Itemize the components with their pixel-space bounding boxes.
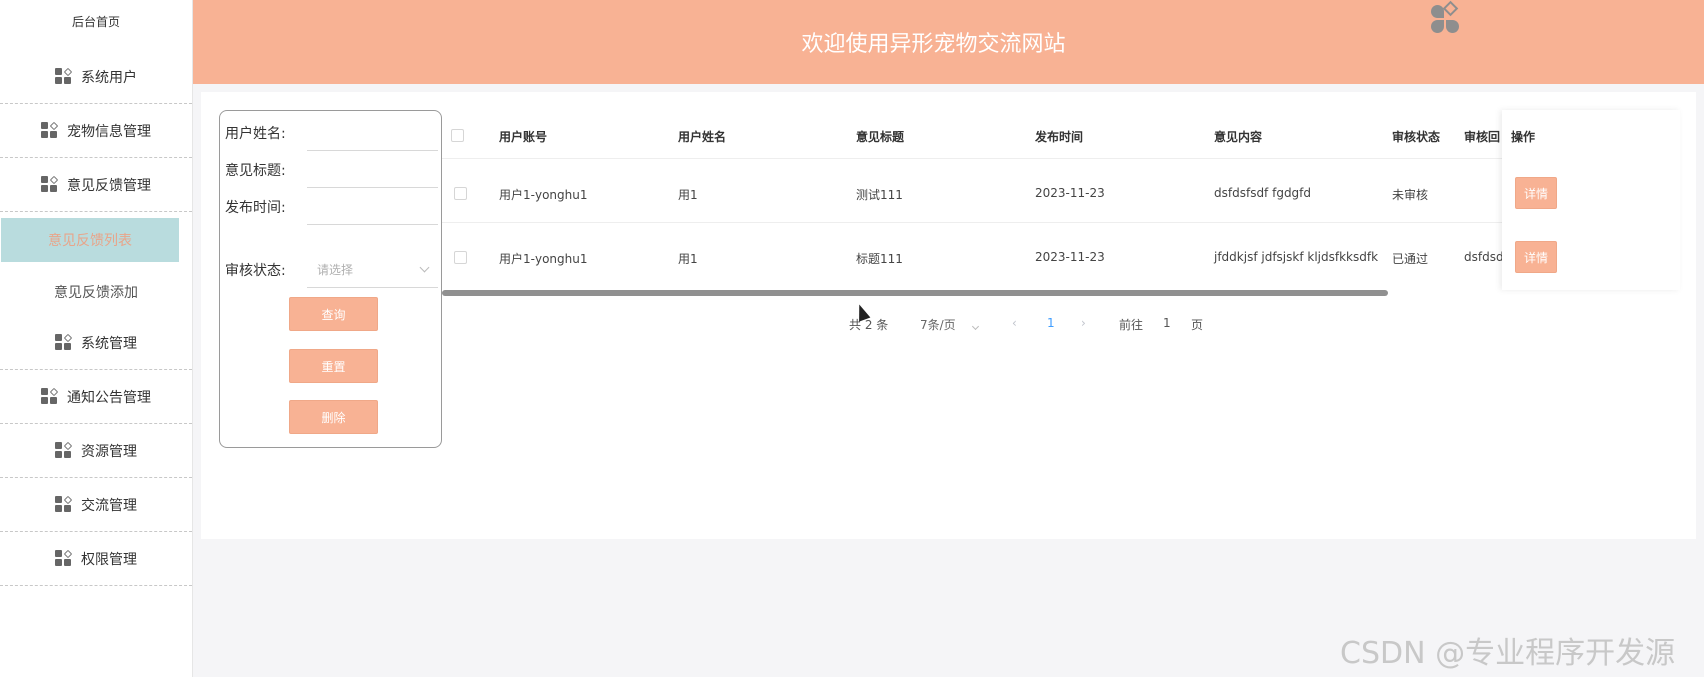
menu-icon: [55, 495, 73, 514]
goto-suffix: 页: [1191, 318, 1204, 332]
status-placeholder: 请选择: [317, 263, 354, 277]
column-header: 用户账号: [499, 130, 548, 144]
column-header: 用户姓名: [678, 130, 727, 144]
sidebar-item-label: 意见反馈管理: [67, 177, 151, 194]
sidebar-item-system-users[interactable]: 系统用户: [0, 50, 192, 104]
column-header: 意见内容: [1214, 130, 1263, 144]
sidebar-subitem-feedback-add[interactable]: 意见反馈添加: [0, 268, 192, 316]
username-input[interactable]: [307, 115, 438, 151]
sidebar-item-feedback[interactable]: 意见反馈管理: [0, 158, 192, 212]
publish-time-input[interactable]: [307, 189, 438, 225]
title-input[interactable]: [307, 152, 438, 188]
menu-icon: [41, 121, 59, 140]
goto-page-input[interactable]: 1: [1163, 316, 1171, 330]
sidebar-item-label: 系统管理: [81, 335, 137, 352]
cell-time: 2023-11-23: [1035, 250, 1105, 264]
menu-icon: [41, 175, 59, 194]
column-header: 意见标题: [856, 130, 905, 144]
pagination-total: 共 2 条: [849, 318, 889, 332]
cell-content: dsfdsfsdf fgdgfd: [1214, 186, 1312, 200]
delete-button[interactable]: 删除: [289, 400, 378, 434]
query-button[interactable]: 查询: [289, 297, 378, 331]
title-label: 意见标题:: [225, 163, 286, 179]
cell-account: 用户1-yonghu1: [499, 252, 588, 266]
sidebar-item-pet-info[interactable]: 宠物信息管理: [0, 104, 192, 158]
sidebar-item-permission[interactable]: 权限管理: [0, 532, 192, 586]
sidebar-item-notice[interactable]: 通知公告管理: [0, 370, 192, 424]
logo-icon: [1430, 0, 1460, 36]
csdn-watermark: CSDN @专业程序开发源: [1340, 636, 1676, 671]
sidebar-subitem-feedback-list[interactable]: 意见反馈列表: [1, 218, 179, 262]
column-header: 操作: [1511, 130, 1536, 144]
cell-title: 标题111: [856, 252, 903, 266]
feedback-table: 用户账号 用户姓名 意见标题 发布时间 意见内容 审核状态 审核回 用户1-yo…: [442, 110, 1680, 296]
menu-icon: [55, 549, 73, 568]
sidebar-item-exchange[interactable]: 交流管理: [0, 478, 192, 532]
detail-button[interactable]: 详情: [1515, 177, 1557, 209]
status-select[interactable]: 请选择: [307, 252, 438, 288]
next-page-icon[interactable]: ›: [1081, 316, 1086, 330]
sidebar-item-resource[interactable]: 资源管理: [0, 424, 192, 478]
subitem-label: 意见反馈列表: [48, 233, 132, 249]
cell-content: jfddkjsf jdfsjskf kljdsfkksdfk: [1214, 250, 1379, 264]
sidebar-item-label: 通知公告管理: [67, 389, 151, 406]
cell-status: 未审核: [1392, 188, 1429, 202]
chevron-down-icon: [419, 262, 430, 273]
sidebar-item-label: 系统用户: [81, 69, 137, 86]
cell-account: 用户1-yonghu1: [499, 188, 588, 202]
sidebar-item-label: 资源管理: [81, 443, 137, 460]
menu-icon: [55, 441, 73, 460]
top-header: 欢迎使用异形宠物交流网站: [193, 0, 1704, 84]
table-horizontal-scrollbar[interactable]: [442, 290, 1388, 296]
action-column: 操作 详情 详情: [1502, 110, 1680, 290]
sidebar-item-label: 权限管理: [81, 551, 137, 568]
search-form: 用户姓名: 意见标题: 发布时间: 审核状态: 请选择 查询 重置 删除: [219, 110, 442, 448]
reset-button[interactable]: 重置: [289, 349, 378, 383]
subitem-label: 意见反馈添加: [54, 285, 138, 301]
row-checkbox[interactable]: [454, 251, 467, 264]
cell-name: 用1: [678, 188, 698, 202]
cell-name: 用1: [678, 252, 698, 266]
column-header: 审核状态: [1392, 130, 1441, 144]
sidebar-item-label: 宠物信息管理: [67, 123, 151, 140]
current-page[interactable]: 1: [1047, 316, 1055, 330]
home-label: 后台首页: [71, 14, 120, 29]
column-header: 发布时间: [1035, 130, 1084, 144]
goto-prefix: 前往: [1119, 318, 1144, 332]
username-label: 用户姓名:: [225, 126, 286, 142]
cell-time: 2023-11-23: [1035, 186, 1105, 200]
prev-page-icon[interactable]: ‹: [1012, 316, 1017, 330]
sidebar-item-system-manage[interactable]: 系统管理: [0, 316, 192, 370]
site-title: 欢迎使用异形宠物交流网站: [801, 32, 1066, 57]
publish-time-label: 发布时间:: [225, 200, 286, 216]
sidebar: 后台首页 系统用户 宠物信息管理 意见反馈管理 意见反馈列表 意见反馈添加 系统…: [0, 0, 193, 677]
row-checkbox[interactable]: [454, 187, 467, 200]
detail-button[interactable]: 详情: [1515, 241, 1557, 273]
sidebar-item-label: 交流管理: [81, 497, 137, 514]
menu-icon: [55, 333, 73, 352]
sidebar-home-link[interactable]: 后台首页: [0, 0, 192, 42]
menu-icon: [41, 387, 59, 406]
cell-reply: dsfdsd: [1464, 250, 1502, 264]
menu-icon: [55, 67, 73, 86]
status-label: 审核状态:: [225, 263, 286, 279]
page-size-select[interactable]: 7条/页: [920, 316, 956, 333]
cell-status: 已通过: [1392, 252, 1429, 266]
cell-title: 测试111: [856, 188, 903, 202]
page-size-chevron[interactable]: [971, 318, 980, 332]
column-header: 审核回: [1464, 130, 1501, 144]
select-all-checkbox[interactable]: [451, 129, 464, 142]
